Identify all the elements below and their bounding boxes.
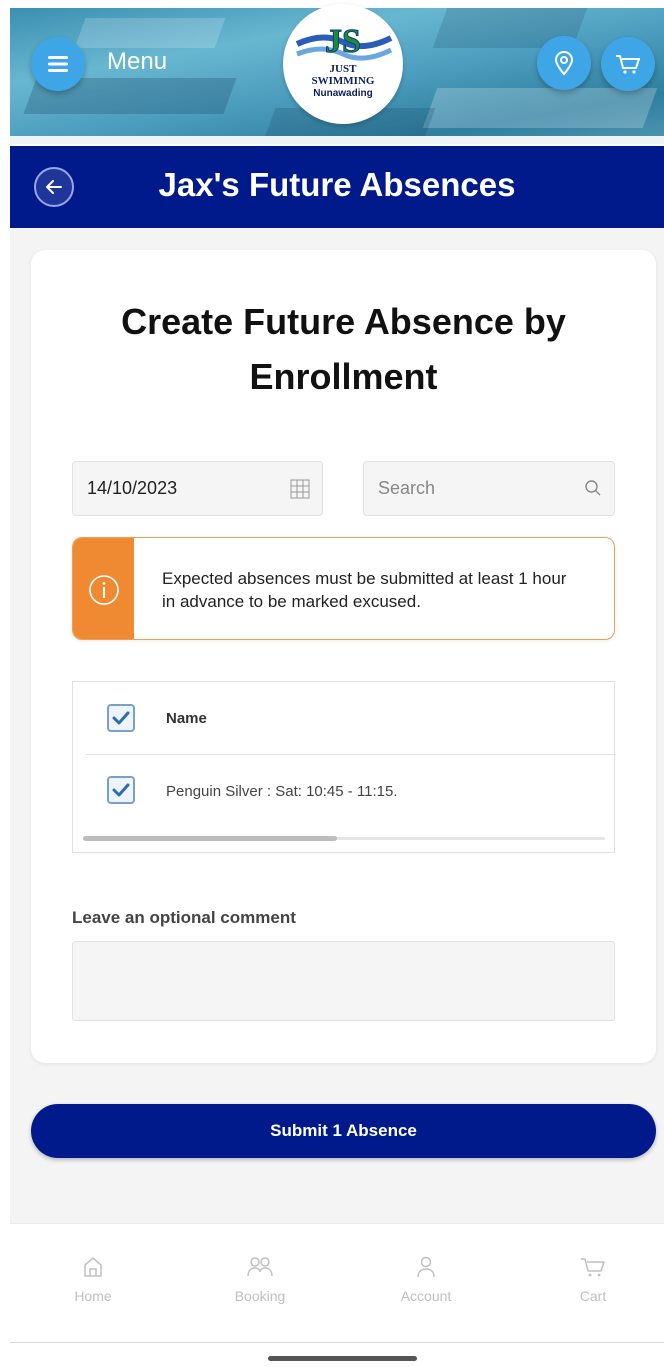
column-header-name[interactable]: Name	[166, 710, 207, 727]
home-indicator[interactable]	[268, 1356, 417, 1361]
just-swimming-logo[interactable]: JS JUST SWIMMING Nunawading	[283, 4, 403, 124]
table-row-enrollment-name: Penguin Silver : Sat: 10:45 - 11:15.	[166, 783, 398, 800]
checkmark-icon	[112, 711, 130, 725]
bottom-navigation: Home Booking Account Cart	[10, 1223, 664, 1343]
select-all-checkbox[interactable]	[107, 704, 135, 732]
info-alert: Expected absences must be submitted at l…	[72, 537, 615, 640]
page-title: Jax's Future Absences	[158, 166, 516, 203]
location-button[interactable]	[537, 36, 591, 90]
date-field[interactable]: 14/10/2023	[72, 461, 323, 516]
nav-item-cart[interactable]: Cart	[533, 1256, 653, 1304]
logo-js: JS	[325, 23, 361, 60]
alert-icon-panel	[73, 538, 134, 639]
form-title: Create Future Absence by Enrollment	[121, 301, 566, 397]
menu-label[interactable]: Menu	[107, 48, 167, 76]
app-screen: Menu JS JUST SWIMMING Nunawading Jax's F…	[0, 0, 664, 1367]
cart-icon	[616, 55, 640, 74]
bottom-divider	[10, 1342, 664, 1343]
menu-button[interactable]	[31, 37, 85, 91]
info-icon	[88, 574, 119, 605]
comment-textarea[interactable]	[72, 941, 615, 1021]
title-bar: Jax's Future Absences	[10, 146, 664, 228]
nav-label-home: Home	[74, 1288, 112, 1304]
home-icon	[84, 1257, 102, 1277]
header-cart-button[interactable]	[601, 37, 655, 91]
enrollment-table: Name Penguin Silver : Sat: 10:45 - 11:15…	[72, 681, 616, 853]
people-icon	[247, 1257, 273, 1277]
nav-item-account[interactable]: Account	[366, 1256, 486, 1304]
row-checkbox[interactable]	[107, 776, 135, 804]
logo-swimming: SWIMMING	[312, 75, 375, 87]
absence-form-card: Create Future Absence by Enrollment 14/1…	[31, 250, 656, 1063]
search-input[interactable]: Search	[363, 461, 615, 516]
nav-item-home[interactable]: Home	[33, 1256, 153, 1304]
alert-message: Expected absences must be submitted at l…	[162, 569, 567, 611]
search-placeholder: Search	[378, 478, 436, 498]
cart-icon	[581, 1258, 605, 1277]
logo-nunawading: Nunawading	[313, 88, 372, 99]
nav-label-account: Account	[400, 1288, 452, 1304]
location-pin-icon	[554, 51, 574, 76]
person-icon	[417, 1256, 435, 1278]
nav-label-cart: Cart	[579, 1288, 607, 1304]
checkmark-icon	[112, 783, 130, 797]
comment-label: Leave an optional comment	[72, 908, 296, 927]
hamburger-icon	[48, 56, 68, 72]
date-value: 14/10/2023	[87, 478, 178, 498]
logo-just: JUST	[330, 63, 358, 75]
submit-absence-button[interactable]: Submit 1 Absence	[31, 1104, 656, 1158]
search-icon	[585, 480, 601, 496]
nav-item-booking[interactable]: Booking	[200, 1256, 320, 1304]
nav-label-booking: Booking	[234, 1288, 286, 1304]
row-divider	[86, 754, 616, 755]
horizontal-scrollbar-thumb[interactable]	[83, 836, 337, 841]
logo-graphic: JS JUST SWIMMING Nunawading	[295, 23, 393, 99]
calendar-grid-icon[interactable]	[290, 479, 310, 499]
